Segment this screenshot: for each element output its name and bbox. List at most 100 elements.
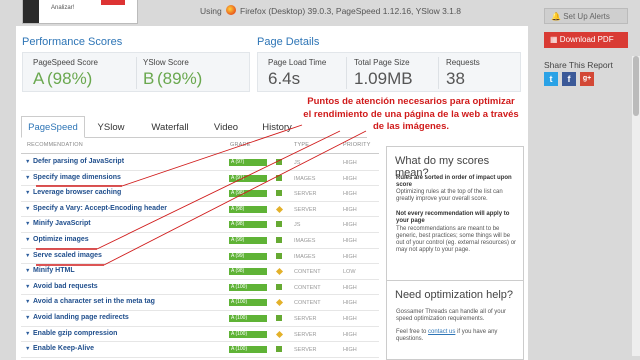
recommendation-name[interactable]: Optimize images bbox=[33, 236, 89, 243]
page-details-box: Page Load Time 6.4s Total Page Size 1.09… bbox=[257, 52, 521, 92]
recommendation-name[interactable]: Defer parsing of JavaScript bbox=[33, 158, 124, 165]
set-up-alerts-button[interactable]: 🔔 Set Up Alerts bbox=[544, 8, 628, 24]
priority-value: HIGH bbox=[343, 347, 357, 354]
yslow-label: YSlow Score bbox=[143, 58, 189, 67]
table-row[interactable]: ▼ Minify HTML A (98) CONTENT LOW bbox=[21, 264, 379, 280]
expand-arrow-icon[interactable]: ▼ bbox=[25, 331, 30, 337]
table-row[interactable]: ▼ Avoid a character set in the meta tag A … bbox=[21, 295, 379, 311]
priority-value: HIGH bbox=[343, 253, 357, 260]
expand-arrow-icon[interactable]: ▼ bbox=[25, 237, 30, 243]
type-value: SERVER bbox=[294, 191, 317, 198]
table-row[interactable]: ▼ Serve scaled images A (99) IMAGES HIGH bbox=[21, 249, 379, 265]
table-row[interactable]: ▼ Avoid bad requests A (100) CONTENT HIGH bbox=[21, 280, 379, 296]
recommendation-name[interactable]: Enable gzip compression bbox=[33, 330, 117, 337]
table-row[interactable]: ▼ Specify image dimensions A (91) IMAGES HIG… bbox=[21, 171, 379, 187]
expand-arrow-icon[interactable]: ▼ bbox=[25, 175, 30, 181]
help-box: Need optimization help? Gossamer Threads… bbox=[386, 280, 524, 360]
thumbnail-sidebar bbox=[23, 0, 39, 23]
expand-arrow-icon[interactable]: ▼ bbox=[25, 206, 30, 212]
tab-history[interactable]: History bbox=[249, 116, 305, 138]
type-value: SERVER bbox=[294, 316, 317, 322]
type-value: JS bbox=[294, 160, 301, 166]
twitter-icon[interactable]: t bbox=[544, 72, 558, 86]
facebook-icon[interactable]: f bbox=[562, 72, 576, 86]
expand-arrow-icon[interactable]: ▼ bbox=[25, 268, 30, 274]
performance-title: Performance Scores bbox=[22, 36, 123, 48]
contact-us-link[interactable]: contact us bbox=[428, 329, 455, 335]
recommendation-name[interactable]: Enable Keep-Alive bbox=[33, 345, 94, 352]
scores-info-bold-1: Rules are sorted in order of impact upon… bbox=[396, 175, 512, 188]
table-row[interactable]: ▼ Enable Keep-Alive A (100) SERVER HIGH bbox=[21, 342, 379, 358]
green-square-icon bbox=[276, 174, 282, 181]
header-divider bbox=[21, 153, 379, 154]
header-grade: GRADE bbox=[230, 142, 251, 148]
table-row[interactable]: ▼ Defer parsing of JavaScript A (97) JS HIGH bbox=[21, 155, 379, 171]
recommendation-name[interactable]: Avoid bad requests bbox=[33, 283, 98, 290]
priority-value: HIGH bbox=[343, 206, 357, 213]
green-square-icon bbox=[276, 221, 282, 228]
tab-waterfall[interactable]: Waterfall bbox=[137, 116, 203, 138]
type-value: SERVER bbox=[294, 347, 317, 354]
annotation-text: Puntos de atención necesarios para optim… bbox=[303, 96, 519, 132]
green-square-icon bbox=[276, 315, 282, 321]
yslow-grade: B bbox=[143, 69, 155, 88]
recommendation-name[interactable]: Minify HTML bbox=[33, 267, 75, 274]
table-row[interactable]: ▼ Leverage browser caching A (98) SERVER HIG… bbox=[21, 186, 379, 202]
type-value: IMAGES bbox=[294, 175, 316, 182]
tab-yslow[interactable]: YSlow bbox=[85, 116, 137, 138]
expand-arrow-icon[interactable]: ▼ bbox=[25, 253, 30, 259]
expand-arrow-icon[interactable]: ▼ bbox=[25, 346, 30, 352]
priority-value: HIGH bbox=[343, 191, 357, 198]
right-panel: 🔔 Set Up Alerts ▦ Download PDF Share Thi… bbox=[536, 0, 640, 360]
firefox-icon bbox=[226, 5, 236, 15]
recommendation-name[interactable]: Avoid landing page redirects bbox=[33, 314, 129, 321]
googleplus-icon[interactable]: g+ bbox=[580, 72, 594, 86]
scores-info-box: What do my scores mean? Rules are sorted… bbox=[386, 146, 524, 292]
help-title: Need optimization help? bbox=[395, 289, 514, 301]
recommendation-name[interactable]: Serve scaled images bbox=[33, 252, 102, 259]
table-row[interactable]: ▼ Optimize images A (99) IMAGES HIGH bbox=[21, 233, 379, 249]
site-thumbnail: Analizar! bbox=[22, 0, 138, 24]
pdf-icon: ▦ bbox=[550, 35, 558, 44]
expand-arrow-icon[interactable]: ▼ bbox=[25, 221, 30, 227]
expand-arrow-icon[interactable]: ▼ bbox=[25, 159, 30, 165]
download-pdf-button[interactable]: ▦ Download PDF bbox=[544, 32, 628, 48]
expand-arrow-icon[interactable]: ▼ bbox=[25, 284, 30, 290]
table-row[interactable]: ▼ Avoid landing page redirects A (100) SERV… bbox=[21, 311, 379, 327]
priority-value: HIGH bbox=[343, 222, 357, 229]
grade-value: A (97) bbox=[231, 159, 245, 165]
scores-info-heading-2: Not every recommendation will apply to y… bbox=[396, 211, 518, 225]
table-row[interactable]: ▼ Specify a Vary: Accept-Encoding header A… bbox=[21, 202, 379, 218]
expand-arrow-icon[interactable]: ▼ bbox=[25, 190, 30, 196]
help-text-2: Feel free to contact us if you have any … bbox=[396, 329, 518, 343]
recommendation-name[interactable]: Leverage browser caching bbox=[33, 189, 121, 196]
pagespeed-grade: A bbox=[33, 69, 45, 88]
recommendation-name[interactable]: Specify a Vary: Accept-Encoding header bbox=[33, 205, 167, 212]
recommendation-name[interactable]: Minify JavaScript bbox=[33, 220, 91, 227]
grade-value: A (98) bbox=[231, 221, 245, 228]
grade-value: A (100) bbox=[231, 330, 248, 337]
recommendation-name[interactable]: Avoid a character set in the meta tag bbox=[33, 298, 155, 305]
tab-pagespeed[interactable]: PageSpeed bbox=[21, 116, 85, 138]
scrollbar-thumb[interactable] bbox=[633, 56, 639, 116]
diamond-icon bbox=[275, 330, 284, 338]
share-label: Share This Report bbox=[544, 60, 613, 70]
recommendation-name[interactable]: Specify image dimensions bbox=[33, 174, 121, 181]
tab-video[interactable]: Video bbox=[203, 116, 249, 138]
green-square-icon bbox=[276, 252, 282, 259]
yslow-score: (89%) bbox=[157, 69, 203, 88]
priority-value: LOW bbox=[343, 269, 356, 276]
grade-value: A (99) bbox=[231, 237, 245, 243]
header-recommendation: RECOMMENDATION bbox=[27, 142, 83, 148]
performance-scores-box: PageSpeed Score A (98%) YSlow Score B (8… bbox=[22, 52, 250, 92]
expand-arrow-icon[interactable]: ▼ bbox=[25, 299, 30, 305]
table-row[interactable]: ▼ Enable gzip compression A (100) SERVER HIG… bbox=[21, 327, 379, 343]
report-panel: Performance Scores PageSpeed Score A (98… bbox=[16, 26, 528, 360]
type-value: CONTENT bbox=[294, 300, 321, 307]
table-row[interactable]: ▼ Minify JavaScript A (98) JS HIGH bbox=[21, 217, 379, 233]
details-title: Page Details bbox=[257, 36, 320, 48]
grade-value: A (100) bbox=[231, 299, 248, 306]
expand-arrow-icon[interactable]: ▼ bbox=[25, 315, 30, 321]
header-type: TYPE bbox=[294, 142, 310, 148]
thumbnail-text: Analizar! bbox=[51, 5, 75, 11]
